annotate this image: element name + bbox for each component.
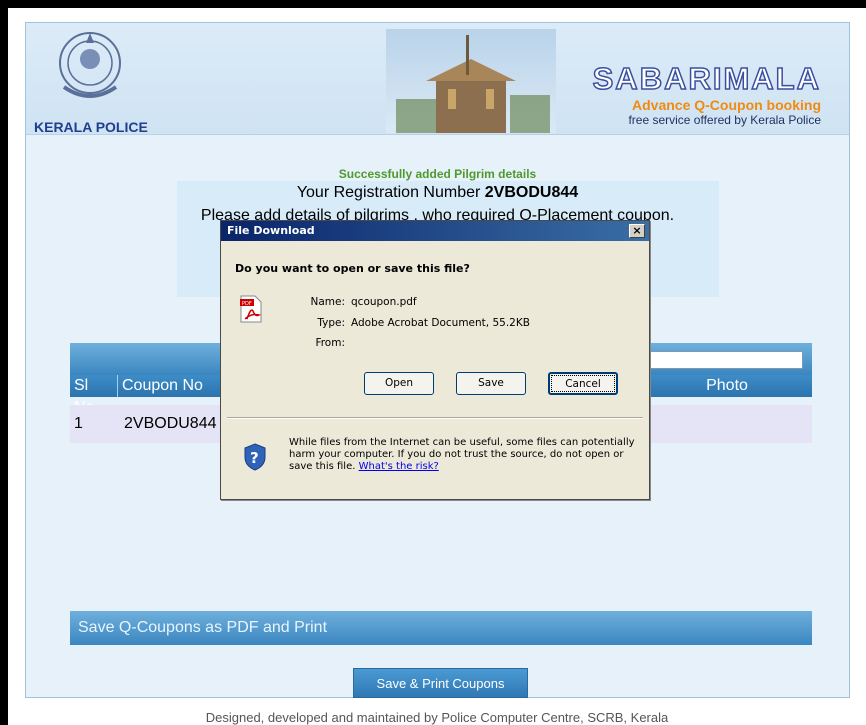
pdf-file-icon: PDF xyxy=(240,295,262,323)
org-label: KERALA POLICE xyxy=(34,119,148,135)
svg-text:PDF: PDF xyxy=(242,301,252,307)
close-icon[interactable]: × xyxy=(629,224,645,238)
registration-number: 2VBODU844 xyxy=(484,184,579,201)
save-button[interactable]: Save xyxy=(456,372,526,395)
registration-line: Your Registration Number 2VBODU844 xyxy=(26,184,849,202)
type-label: Type: xyxy=(317,317,345,329)
column-header-photo: Photo xyxy=(706,377,748,394)
open-button[interactable]: Open xyxy=(364,372,434,395)
temple-banner-image xyxy=(386,29,556,133)
warning-text: While files from the Internet can be use… xyxy=(289,437,635,472)
dialog-separator xyxy=(227,417,643,419)
registration-prefix: Your Registration Number xyxy=(296,184,485,201)
security-warning: While files from the Internet can be use… xyxy=(289,437,639,473)
site-tagline: free service offered by Kerala Police xyxy=(628,113,821,127)
footer-text: Designed, developed and maintained by Po… xyxy=(205,710,669,725)
column-header-sl: Sl No. xyxy=(70,375,118,416)
svg-text:?: ? xyxy=(250,449,259,467)
window-edge xyxy=(0,0,8,725)
site-title: SABARIMALA xyxy=(592,60,821,97)
site-header: KERALA POLICE SABARIMALA Advance Q-Coupo… xyxy=(26,23,849,135)
success-message: Successfully added Pilgrim details xyxy=(338,167,537,181)
from-label: From: xyxy=(315,337,345,349)
table-search-input[interactable] xyxy=(643,351,803,369)
save-print-coupons-button[interactable]: Save & Print Coupons xyxy=(353,668,528,698)
file-type-value: Adobe Acrobat Document, 55.2KB xyxy=(351,317,530,329)
dialog-question: Do you want to open or save this file? xyxy=(235,262,470,275)
site-subtitle: Advance Q-Coupon booking xyxy=(632,97,821,113)
whats-the-risk-link[interactable]: What's the risk? xyxy=(359,461,439,472)
save-section-bar: Save Q-Coupons as PDF and Print xyxy=(70,611,812,645)
kerala-police-emblem-icon xyxy=(59,32,121,98)
cancel-button[interactable]: Cancel xyxy=(548,372,618,395)
dialog-title: File Download xyxy=(221,221,649,241)
name-label: Name: xyxy=(310,296,345,308)
file-download-dialog: File Download × Do you want to open or s… xyxy=(220,220,650,500)
cell-sl: 1 xyxy=(74,415,83,432)
file-name-value: qcoupon.pdf xyxy=(351,296,417,308)
shield-question-icon: ? xyxy=(244,443,266,471)
